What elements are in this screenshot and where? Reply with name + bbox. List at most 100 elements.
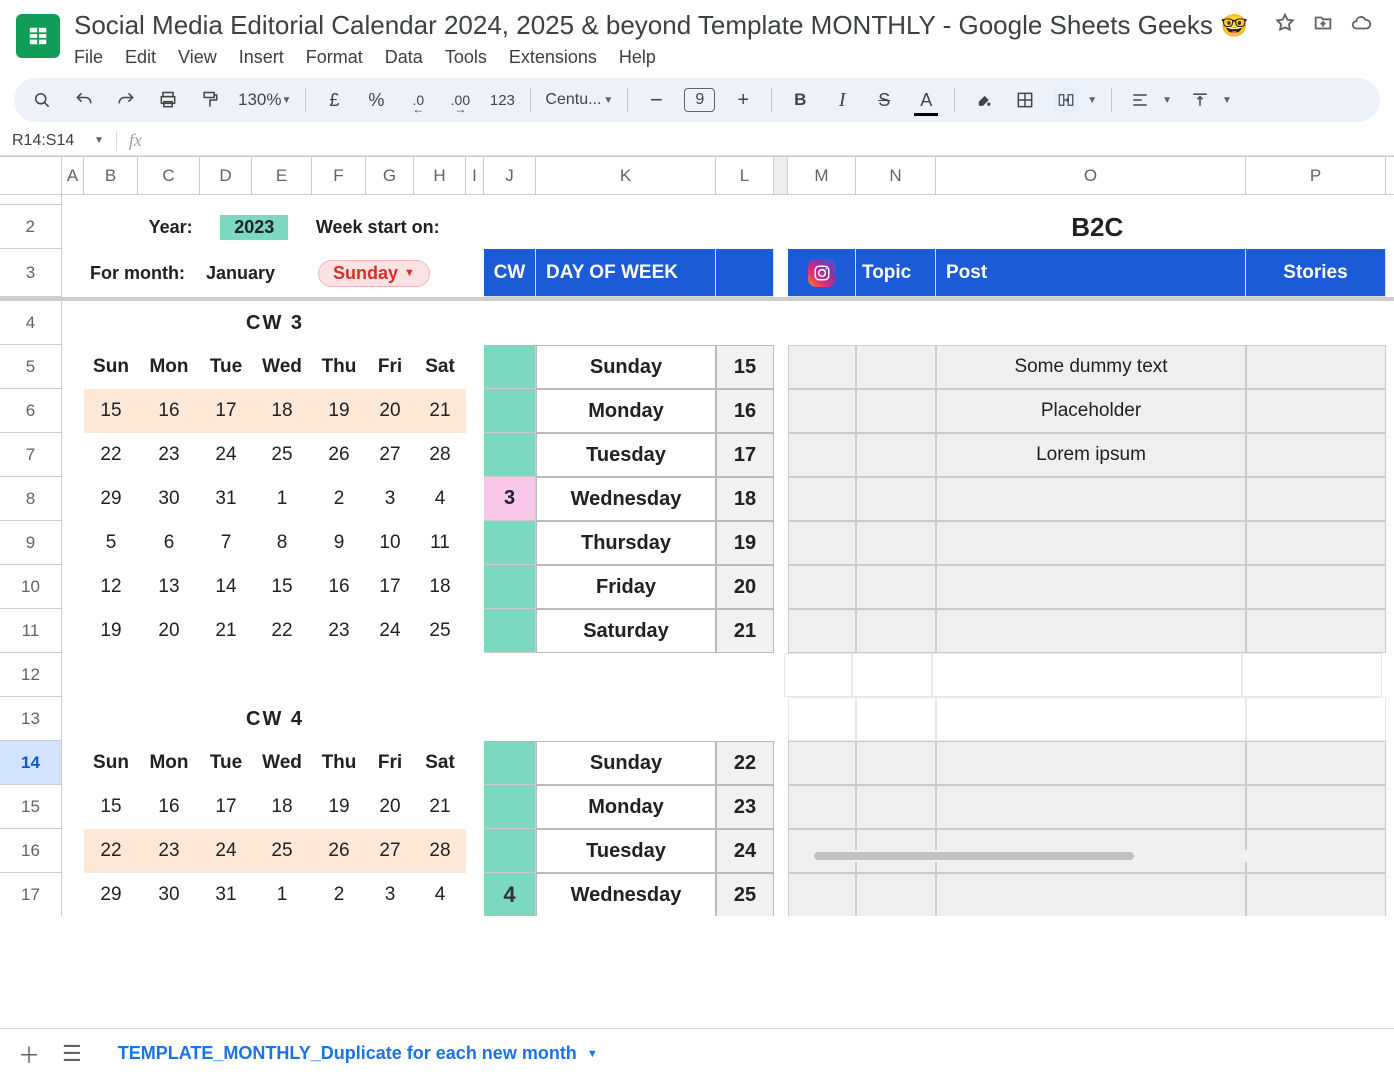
row-header[interactable]: 10 — [0, 565, 62, 609]
year-value[interactable]: 2023 — [220, 215, 288, 240]
horizontal-align-icon[interactable] — [1126, 86, 1154, 114]
italic-button[interactable]: I — [828, 86, 856, 114]
paint-format-icon[interactable] — [196, 86, 224, 114]
fill-color-icon[interactable] — [969, 86, 997, 114]
increase-decimal-icon[interactable]: .00→ — [446, 86, 474, 114]
cal-day[interactable]: 16 — [138, 389, 200, 433]
chevron-down-icon[interactable]: ▼ — [587, 1048, 598, 1060]
row-header[interactable]: 9 — [0, 521, 62, 565]
dow-wed: Wed — [252, 345, 312, 389]
col-header[interactable]: P — [1246, 157, 1386, 194]
col-header[interactable]: C — [138, 157, 200, 194]
search-icon[interactable] — [28, 86, 56, 114]
cal-day[interactable]: 18 — [252, 389, 312, 433]
cal-day[interactable]: 17 — [200, 389, 252, 433]
col-header[interactable]: I — [466, 157, 484, 194]
col-header[interactable]: B — [84, 157, 138, 194]
post-cell[interactable]: Lorem ipsum — [936, 433, 1246, 477]
row-header[interactable]: 13 — [0, 697, 62, 741]
cw4-title: CW 4 — [246, 708, 304, 731]
row-header[interactable]: 4 — [0, 301, 62, 345]
cloud-status-icon[interactable] — [1350, 10, 1372, 41]
col-header[interactable]: K — [536, 157, 716, 194]
row-header[interactable]: 6 — [0, 389, 62, 433]
row-header[interactable] — [0, 195, 62, 205]
cal-day[interactable]: 21 — [414, 389, 466, 433]
col-header[interactable]: G — [366, 157, 414, 194]
strikethrough-button[interactable]: S — [870, 86, 898, 114]
col-header[interactable]: N — [856, 157, 936, 194]
row-header[interactable]: 11 — [0, 609, 62, 653]
sheet-tab[interactable]: TEMPLATE_MONTHLY_Duplicate for each new … — [104, 1037, 612, 1070]
menu-data[interactable]: Data — [385, 47, 423, 68]
menu-insert[interactable]: Insert — [239, 47, 284, 68]
post-cell[interactable]: Some dummy text — [936, 345, 1246, 389]
row-header[interactable]: 5 — [0, 345, 62, 389]
move-to-drive-icon[interactable] — [1312, 10, 1334, 41]
row-header[interactable]: 2 — [0, 205, 62, 249]
week-start-chip[interactable]: Sunday▼ — [318, 260, 430, 287]
chevron-down-icon[interactable]: ▼ — [1162, 95, 1172, 106]
chevron-down-icon[interactable]: ▼ — [1222, 95, 1232, 106]
print-icon[interactable] — [154, 86, 182, 114]
cal-day[interactable]: 15 — [84, 389, 138, 433]
currency-button[interactable]: £ — [320, 86, 348, 114]
col-header[interactable]: M — [788, 157, 856, 194]
font-size-decrease[interactable]: − — [642, 86, 670, 114]
row-header[interactable]: 3 — [0, 249, 62, 297]
menu-edit[interactable]: Edit — [125, 47, 156, 68]
col-header[interactable]: A — [62, 157, 84, 194]
horizontal-scrollbar[interactable] — [810, 850, 1374, 862]
decrease-decimal-icon[interactable]: .0← — [404, 86, 432, 114]
col-header[interactable]: L — [716, 157, 774, 194]
text-color-button[interactable]: A — [912, 86, 940, 114]
post-cell[interactable]: Placeholder — [936, 389, 1246, 433]
col-header[interactable]: D — [200, 157, 252, 194]
chevron-down-icon[interactable]: ▼ — [94, 135, 104, 146]
select-all-corner[interactable] — [0, 157, 62, 194]
borders-icon[interactable] — [1011, 86, 1039, 114]
add-sheet-button[interactable]: ＋ — [18, 1038, 40, 1070]
col-header[interactable]: F — [312, 157, 366, 194]
spreadsheet-grid[interactable]: A B C D E F G H I J K L M N O P 2 Year: … — [0, 156, 1394, 916]
topic-cell[interactable] — [788, 345, 856, 389]
cal-day[interactable]: 20 — [366, 389, 414, 433]
chevron-down-icon[interactable]: ▼ — [1087, 95, 1097, 106]
bold-button[interactable]: B — [786, 86, 814, 114]
redo-icon[interactable] — [112, 86, 140, 114]
percent-button[interactable]: % — [362, 86, 390, 114]
col-header[interactable]: E — [252, 157, 312, 194]
zoom-select[interactable]: 130%▼ — [238, 90, 291, 110]
name-box[interactable]: R14:S14 — [12, 132, 82, 150]
undo-icon[interactable] — [70, 86, 98, 114]
menu-tools[interactable]: Tools — [445, 47, 487, 68]
star-icon[interactable] — [1274, 10, 1296, 41]
col-header[interactable]: H — [414, 157, 466, 194]
stories-cell[interactable] — [1246, 345, 1386, 389]
toolbar: 130%▼ £ % .0← .00→ 123 Centu...▼ − 9 + B… — [14, 78, 1380, 122]
menu-format[interactable]: Format — [306, 47, 363, 68]
menu-extensions[interactable]: Extensions — [509, 47, 597, 68]
row-header[interactable]: 7 — [0, 433, 62, 477]
format-123-button[interactable]: 123 — [488, 86, 516, 114]
col-header[interactable]: O — [936, 157, 1246, 194]
row-header-selected[interactable]: 14 — [0, 741, 62, 785]
menu-file[interactable]: File — [74, 47, 103, 68]
row-header[interactable]: 8 — [0, 477, 62, 521]
doc-title[interactable]: Social Media Editorial Calendar 2024, 20… — [74, 10, 1213, 41]
vertical-align-icon[interactable] — [1186, 86, 1214, 114]
for-month-value[interactable]: January — [200, 249, 312, 297]
row-header[interactable]: 12 — [0, 653, 62, 697]
font-size-increase[interactable]: + — [729, 86, 757, 114]
col-header[interactable]: J — [484, 157, 536, 194]
sheets-logo[interactable] — [16, 14, 60, 58]
cal-day[interactable]: 19 — [312, 389, 366, 433]
font-size-input[interactable]: 9 — [684, 88, 715, 112]
merge-cells-button[interactable] — [1053, 87, 1079, 113]
menu-view[interactable]: View — [178, 47, 217, 68]
font-select[interactable]: Centu...▼ — [545, 91, 613, 109]
topic-cell[interactable] — [856, 345, 936, 389]
menu-help[interactable]: Help — [619, 47, 656, 68]
formula-bar[interactable] — [154, 131, 1382, 151]
all-sheets-icon[interactable]: ☰ — [62, 1041, 82, 1067]
